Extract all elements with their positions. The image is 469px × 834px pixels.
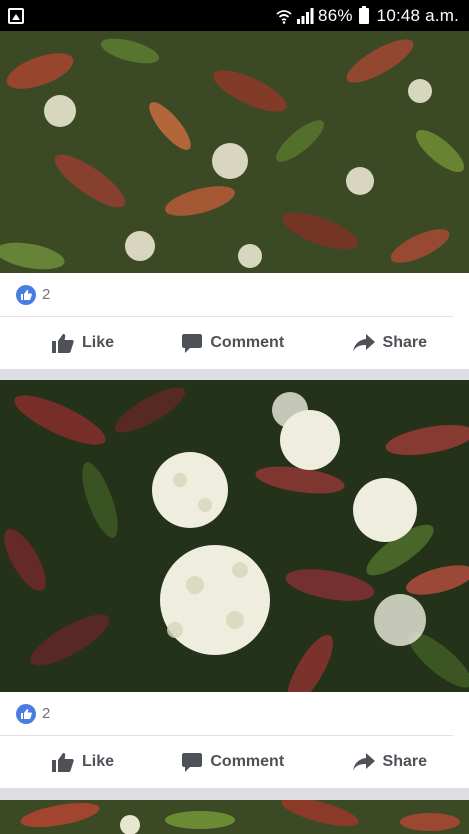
feed-post: 2 Like Comment Share [0, 31, 469, 369]
share-label: Share [382, 334, 427, 351]
like-button[interactable]: Like [52, 333, 114, 353]
feed-post [0, 800, 469, 834]
share-label: Share [382, 753, 427, 770]
share-button[interactable]: Share [352, 334, 427, 352]
like-label: Like [82, 753, 115, 770]
post-photo[interactable] [0, 380, 469, 692]
comment-label: Comment [210, 753, 285, 770]
comment-button[interactable]: Comment [182, 752, 285, 772]
thumbs-up-icon [52, 334, 74, 353]
gallery-notification-icon [8, 7, 24, 24]
share-arrow-icon [352, 334, 375, 352]
battery-icon [358, 5, 369, 24]
comment-icon [182, 752, 203, 772]
like-reaction-icon [16, 284, 36, 305]
post-actions: Like Comment Share [0, 317, 469, 369]
status-bar: 86% 10:48 a.m. [0, 0, 469, 31]
reactions-summary[interactable]: 2 [0, 273, 453, 317]
comment-label: Comment [210, 334, 285, 351]
like-label: Like [82, 334, 115, 351]
like-button[interactable]: Like [52, 752, 114, 772]
reaction-count: 2 [42, 286, 51, 303]
reaction-count: 2 [42, 705, 51, 722]
wifi-icon [276, 9, 292, 24]
post-photo[interactable] [0, 31, 469, 273]
post-photo[interactable] [0, 800, 469, 834]
battery-percent: 86% [318, 5, 353, 25]
clock: 10:48 a.m. [376, 5, 459, 25]
thumbs-up-icon [52, 753, 74, 772]
share-button[interactable]: Share [352, 753, 427, 771]
comment-icon [182, 333, 203, 353]
post-actions: Like Comment Share [0, 736, 469, 788]
feed-post: 2 Like Comment Share [0, 380, 469, 788]
signal-icon [297, 7, 314, 24]
reactions-summary[interactable]: 2 [0, 692, 453, 736]
like-reaction-icon [16, 703, 36, 724]
comment-button[interactable]: Comment [182, 333, 285, 353]
share-arrow-icon [352, 753, 375, 771]
